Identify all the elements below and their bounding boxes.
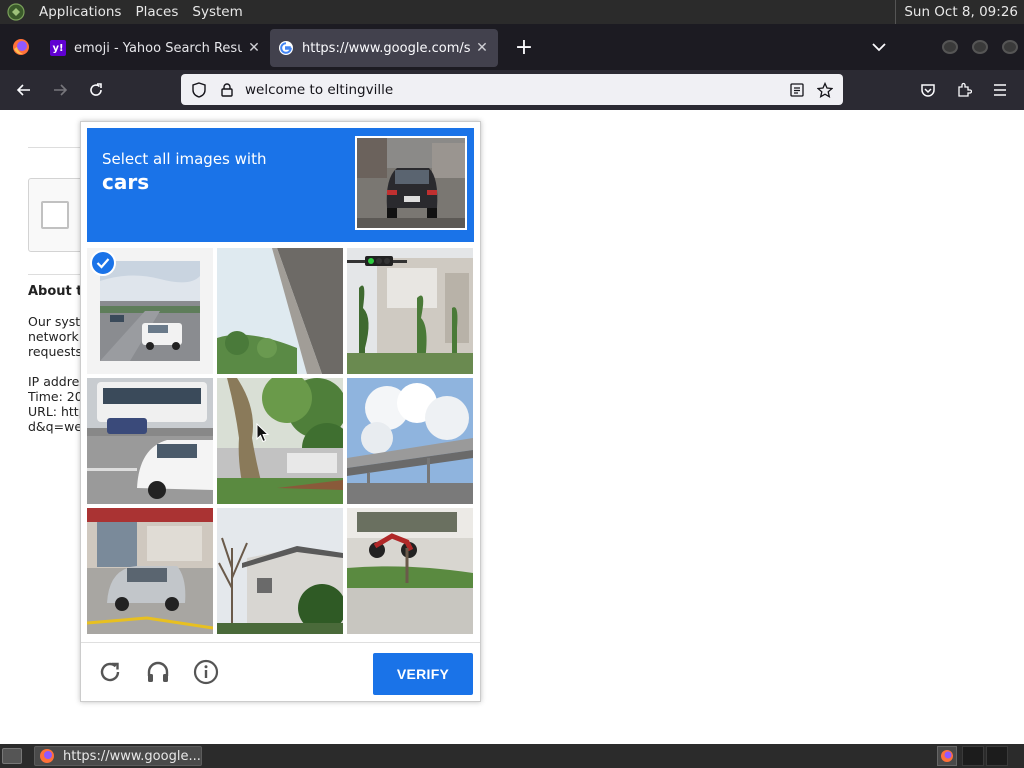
tab-yahoo[interactable]: y! emoji - Yahoo Search Results ✕ <box>42 29 270 67</box>
verify-button[interactable]: VERIFY <box>373 653 473 695</box>
challenge-header: Select all images with cars <box>87 128 474 242</box>
about-heading: About this page <box>28 284 80 299</box>
yahoo-icon: y! <box>50 40 66 56</box>
back-arrow-icon[interactable] <box>6 74 42 106</box>
workspace-1[interactable] <box>962 746 984 766</box>
tab-title: emoji - Yahoo Search Results <box>74 40 242 56</box>
challenge-footer: VERIFY <box>81 642 480 702</box>
tile-image <box>100 261 200 361</box>
tracking-shield-icon[interactable] <box>184 81 214 98</box>
image-tile[interactable] <box>87 378 213 504</box>
close-icon[interactable]: ✕ <box>246 40 262 56</box>
image-grid <box>87 248 475 636</box>
image-tile-selected[interactable] <box>87 248 213 374</box>
url-line: d&q=wel <box>28 419 80 434</box>
reload-icon[interactable] <box>78 74 114 106</box>
navigation-toolbar: welcome to eltingville <box>0 70 1024 110</box>
image-tile[interactable] <box>217 378 343 504</box>
recaptcha-checkbox-card <box>28 178 88 252</box>
instruction-text: Select all images with <box>102 150 267 168</box>
applications-menu[interactable]: Applications <box>32 0 128 24</box>
divider <box>28 274 88 275</box>
mouse-cursor-icon <box>256 422 270 447</box>
minimize-window-icon[interactable] <box>942 40 958 54</box>
pocket-icon[interactable] <box>912 74 944 106</box>
info-line: requests, and not a robot. <box>28 344 80 359</box>
extensions-icon[interactable] <box>948 74 980 106</box>
top-panel: Applications Places System Sun Oct 8, 09… <box>0 0 1024 24</box>
image-tile[interactable] <box>347 508 473 634</box>
image-tile[interactable] <box>217 508 343 634</box>
reload-challenge-icon[interactable] <box>95 657 125 687</box>
reader-view-icon[interactable] <box>783 82 811 97</box>
recaptcha-checkbox[interactable] <box>41 201 69 229</box>
google-icon <box>278 40 294 56</box>
instruction-target: cars <box>102 170 150 194</box>
ip-line: IP address: <box>28 374 80 389</box>
chevron-down-icon[interactable] <box>866 32 892 62</box>
tab-google[interactable]: https://www.google.com/sorry/index ✕ <box>270 29 498 67</box>
info-line: network. This page checks to see if it's… <box>28 329 80 344</box>
lock-icon[interactable] <box>214 82 240 97</box>
url-input[interactable]: welcome to eltingville <box>240 82 783 98</box>
maximize-window-icon[interactable] <box>972 40 988 54</box>
firefox-view-icon[interactable] <box>0 24 42 70</box>
firefox-tray-icon[interactable] <box>937 746 957 766</box>
tab-bar: y! emoji - Yahoo Search Results ✕ https:… <box>0 24 1024 70</box>
image-tile[interactable] <box>217 248 343 374</box>
places-menu[interactable]: Places <box>128 0 185 24</box>
taskbar-window-title: https://www.google... <box>63 748 201 764</box>
divider <box>28 147 88 148</box>
firefox-icon <box>40 749 54 763</box>
workspace-2[interactable] <box>986 746 1008 766</box>
close-icon[interactable]: ✕ <box>474 40 490 56</box>
forward-arrow-icon[interactable] <box>42 74 78 106</box>
image-tile[interactable] <box>347 248 473 374</box>
sample-car-image <box>355 136 467 230</box>
info-line: Our systems have detected unusual traffi… <box>28 314 80 329</box>
show-desktop-icon[interactable] <box>2 748 22 764</box>
time-line: Time: 20 <box>28 389 80 404</box>
bottom-panel: https://www.google... <box>0 744 1024 768</box>
gnome-foot-icon[interactable] <box>6 2 26 22</box>
tab-title: https://www.google.com/sorry/index <box>302 40 470 56</box>
checkmark-icon <box>90 250 116 276</box>
new-tab-icon[interactable]: + <box>508 31 540 63</box>
system-menu[interactable]: System <box>185 0 249 24</box>
close-window-icon[interactable] <box>1002 40 1018 54</box>
bookmark-star-icon[interactable] <box>811 81 839 98</box>
info-icon[interactable] <box>191 657 221 687</box>
recaptcha-challenge: Select all images with cars VERIFY <box>80 121 481 702</box>
taskbar-window-firefox[interactable]: https://www.google... <box>34 746 202 766</box>
headphones-icon[interactable] <box>143 657 173 687</box>
clock[interactable]: Sun Oct 8, 09:26 <box>895 0 1018 24</box>
image-tile[interactable] <box>347 378 473 504</box>
hamburger-menu-icon[interactable] <box>984 74 1016 106</box>
url-bar[interactable]: welcome to eltingville <box>181 74 843 105</box>
url-line: URL: https <box>28 404 80 419</box>
image-tile[interactable] <box>87 508 213 634</box>
